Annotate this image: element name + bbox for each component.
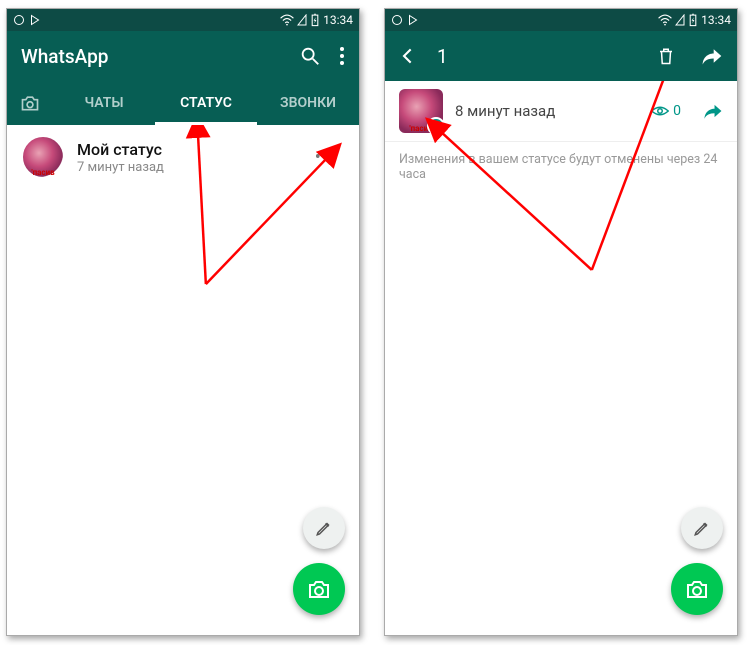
pencil-icon — [315, 519, 333, 537]
play-status-icon — [407, 14, 419, 26]
check-badge — [427, 117, 445, 135]
play-status-icon — [29, 14, 41, 26]
tab-calls-label: ЗВОНКИ — [280, 95, 336, 111]
search-icon[interactable] — [299, 45, 321, 67]
my-status-title: Мой статус — [77, 140, 164, 159]
fab-camera[interactable] — [671, 563, 723, 615]
statusbar: 13:34 — [385, 9, 737, 31]
app-header: WhatsApp — [7, 31, 359, 81]
whatsapp-status-icon — [391, 14, 403, 26]
battery-icon — [310, 13, 320, 27]
selection-header: 1 — [385, 31, 737, 81]
views-count: 0 — [651, 103, 681, 119]
annotation-arrows-left — [7, 125, 359, 634]
trash-icon[interactable] — [657, 46, 675, 66]
eye-icon — [651, 105, 669, 117]
pencil-icon — [693, 519, 711, 537]
my-status-subtitle: 7 минут назад — [77, 160, 164, 175]
content-left: 'пасив Мой статус 7 минут назад ••• — [7, 125, 359, 635]
tab-calls[interactable]: ЗВОНКИ — [257, 81, 359, 125]
phone-right: 13:34 1 'пасив 8 минут назад 0 Изменения… — [384, 8, 738, 636]
fab-camera[interactable] — [293, 563, 345, 615]
wifi-icon — [658, 14, 672, 26]
back-icon[interactable] — [399, 46, 419, 66]
fab-edit[interactable] — [681, 507, 723, 549]
more-icon[interactable] — [339, 46, 345, 66]
camera-icon — [685, 578, 709, 600]
whatsapp-status-icon — [13, 14, 25, 26]
wifi-icon — [280, 14, 294, 26]
statusbar-time: 13:34 — [701, 13, 731, 27]
tab-camera[interactable] — [7, 94, 53, 112]
tab-chats[interactable]: ЧАТЫ — [53, 81, 155, 125]
content-right: 'пасив 8 минут назад 0 Изменения в вашем… — [385, 81, 737, 635]
status-avatar: 'пасив — [21, 135, 65, 179]
app-title: WhatsApp — [21, 45, 281, 68]
forward-row-icon[interactable] — [703, 103, 723, 119]
statusbar: 13:34 — [7, 9, 359, 31]
tab-status[interactable]: СТАТУС — [155, 81, 257, 125]
forward-icon[interactable] — [701, 47, 723, 65]
tab-status-label: СТАТУС — [180, 95, 232, 111]
signal-icon — [675, 14, 685, 26]
status-timestamp: 8 минут назад — [455, 102, 639, 120]
selected-status-row[interactable]: 'пасив 8 минут назад 0 — [385, 81, 737, 142]
battery-icon — [688, 13, 698, 27]
tab-chats-label: ЧАТЫ — [84, 95, 123, 111]
camera-icon — [307, 578, 331, 600]
my-status-row[interactable]: 'пасив Мой статус 7 минут назад ••• — [7, 125, 359, 189]
phone-left: 13:34 WhatsApp ЧАТЫ СТАТУС ЗВОНКИ 'пасив… — [6, 8, 360, 636]
status-retention-note: Изменения в вашем статусе будут отменены… — [385, 142, 737, 192]
status-options-icon[interactable]: ••• — [309, 141, 345, 174]
selected-count: 1 — [437, 45, 639, 68]
fab-edit[interactable] — [303, 507, 345, 549]
tabs: ЧАТЫ СТАТУС ЗВОНКИ — [7, 81, 359, 125]
signal-icon — [297, 14, 307, 26]
statusbar-time: 13:34 — [323, 13, 353, 27]
